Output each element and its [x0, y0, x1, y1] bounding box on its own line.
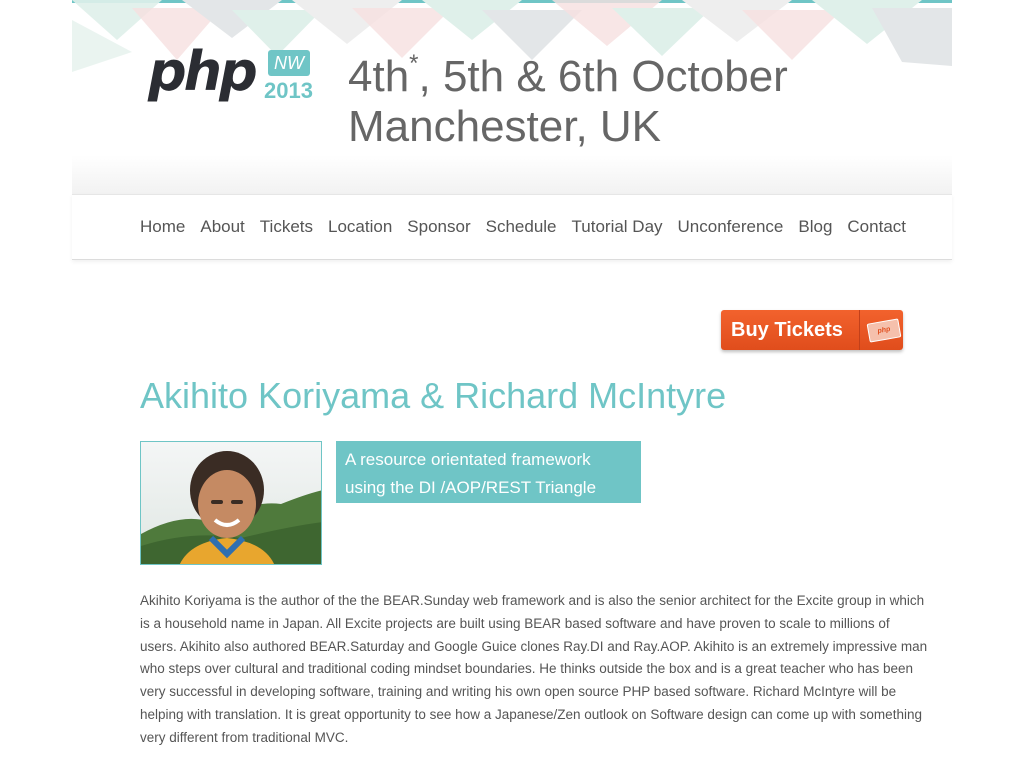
- talk-title-box: A resource orientated framework using th…: [336, 441, 641, 503]
- main-nav: Home About Tickets Location Sponsor Sche…: [72, 194, 952, 260]
- nav-item-contact[interactable]: Contact: [847, 217, 906, 237]
- ticket-icon: php: [866, 318, 902, 343]
- phpnw-logo[interactable]: php NW 2013: [148, 42, 313, 108]
- page: php NW 2013 4th*, 5th & 6th October Manc…: [72, 0, 952, 768]
- event-location: Manchester, UK: [348, 102, 662, 151]
- nav-item-sponsor[interactable]: Sponsor: [407, 217, 470, 237]
- logo-year: 2013: [264, 78, 313, 103]
- nav-item-blog[interactable]: Blog: [798, 217, 832, 237]
- speaker-name-heading: Akihito Koriyama & Richard McIntyre: [140, 375, 727, 416]
- speaker-photo-image: [141, 442, 321, 564]
- nav-item-about[interactable]: About: [200, 217, 244, 237]
- talk-title: A resource orientated framework using th…: [345, 450, 597, 497]
- nav-item-tutorial-day[interactable]: Tutorial Day: [572, 217, 663, 237]
- site-header: php NW 2013 4th*, 5th & 6th October Manc…: [72, 0, 952, 194]
- nav-item-home[interactable]: Home: [140, 217, 185, 237]
- nav-item-unconference[interactable]: Unconference: [678, 217, 784, 237]
- buy-tickets-divider: [859, 310, 860, 350]
- buy-tickets-button[interactable]: Buy Tickets php: [721, 310, 903, 350]
- event-date-rest: , 5th & 6th October: [418, 52, 788, 101]
- event-date-first: 4th: [348, 52, 410, 101]
- speaker-photo: [140, 441, 322, 565]
- logo-nw-badge: NW: [268, 50, 310, 76]
- event-headline: 4th*, 5th & 6th October Manchester, UK: [348, 52, 908, 152]
- event-date-asterisk: *: [409, 50, 419, 77]
- nav-item-tickets[interactable]: Tickets: [260, 217, 313, 237]
- buy-tickets-label: Buy Tickets: [731, 319, 843, 341]
- nav-item-location[interactable]: Location: [328, 217, 392, 237]
- nav-list: Home About Tickets Location Sponsor Sche…: [140, 195, 921, 259]
- nav-item-schedule[interactable]: Schedule: [486, 217, 557, 237]
- event-dates: 4th*, 5th & 6th October: [348, 52, 908, 102]
- logo-php-text: php: [148, 40, 258, 103]
- speaker-bio: Akihito Koriyama is the author of the th…: [140, 593, 928, 745]
